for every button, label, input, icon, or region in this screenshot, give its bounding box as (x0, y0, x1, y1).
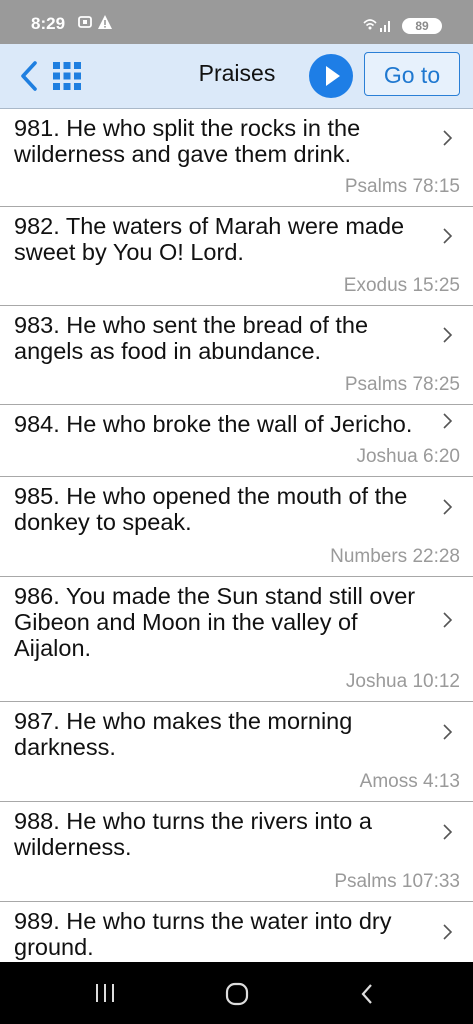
play-icon (326, 66, 340, 86)
chevron-right-icon (443, 612, 453, 628)
praise-text: 986. You made the Sun stand still over G… (14, 583, 416, 661)
page-title: Praises (198, 60, 276, 86)
chevron-right-icon (443, 824, 453, 840)
scripture-reference: Amoss 4:13 (359, 771, 460, 792)
praise-text: 982. The waters of Marah were made sweet… (14, 213, 405, 265)
list-item[interactable]: 985. He who opened the mouth of the donk… (0, 477, 473, 577)
screenshot-icon (78, 16, 92, 28)
chevron-right-icon (443, 413, 453, 429)
chevron-right-icon (443, 924, 453, 940)
recent-apps-icon[interactable] (93, 982, 117, 1004)
list-item[interactable]: 987. He who makes the morning darkness. … (0, 702, 473, 802)
chevron-right-icon (443, 499, 453, 515)
status-time: 8:29 (31, 14, 66, 33)
scripture-reference: Psalms 107:33 (334, 871, 460, 892)
chevron-right-icon (443, 228, 453, 244)
system-navigation-bar (0, 962, 473, 1024)
scripture-reference: Joshua 10:12 (345, 671, 460, 692)
wifi-signal-icon (363, 19, 390, 32)
list-item[interactable]: 983. He who sent the bread of the angels… (0, 306, 473, 405)
list-item[interactable]: 986. You made the Sun stand still over G… (0, 577, 473, 702)
praise-text: 984. He who broke the wall of Jericho. (14, 411, 413, 437)
back-nav-icon[interactable] (359, 982, 375, 1006)
list-item[interactable]: 982. The waters of Marah were made sweet… (0, 207, 473, 306)
praise-text: 987. He who makes the morning darkness. (14, 708, 353, 760)
scripture-reference: Psalms 78:25 (344, 374, 460, 395)
chevron-right-icon (443, 130, 453, 146)
praise-text: 988. He who turns the rivers into a wild… (14, 808, 372, 860)
scripture-reference: Numbers 22:28 (330, 546, 460, 567)
praises-list: 981. He who split the rocks in the wilde… (0, 109, 473, 962)
play-button[interactable] (309, 54, 353, 98)
status-bar: 8:29 89 (0, 0, 473, 44)
back-icon[interactable] (16, 59, 42, 93)
list-item[interactable]: 984. He who broke the wall of Jericho. J… (0, 405, 473, 477)
praise-text: 989. He who turns the water into dry gro… (14, 908, 392, 960)
app-toolbar: Praises Go to (0, 44, 473, 109)
praise-text: 981. He who split the rocks in the wilde… (14, 115, 361, 167)
list-item[interactable]: 989. He who turns the water into dry gro… (0, 902, 473, 962)
scripture-reference: Psalms 78:15 (344, 176, 460, 197)
battery-indicator: 89 (402, 18, 442, 34)
list-item[interactable]: 988. He who turns the rivers into a wild… (0, 802, 473, 902)
praise-text: 985. He who opened the mouth of the donk… (14, 483, 408, 535)
scripture-reference: Joshua 6:20 (356, 446, 460, 467)
chevron-right-icon (443, 327, 453, 343)
list-item[interactable]: 981. He who split the rocks in the wilde… (0, 109, 473, 207)
scripture-reference: Exodus 15:25 (343, 275, 460, 296)
grid-menu-icon[interactable] (52, 61, 82, 91)
warning-icon (98, 15, 112, 29)
chevron-right-icon (443, 724, 453, 740)
home-icon[interactable] (225, 982, 249, 1006)
goto-button[interactable]: Go to (364, 52, 460, 96)
praise-text: 983. He who sent the bread of the angels… (14, 312, 369, 364)
